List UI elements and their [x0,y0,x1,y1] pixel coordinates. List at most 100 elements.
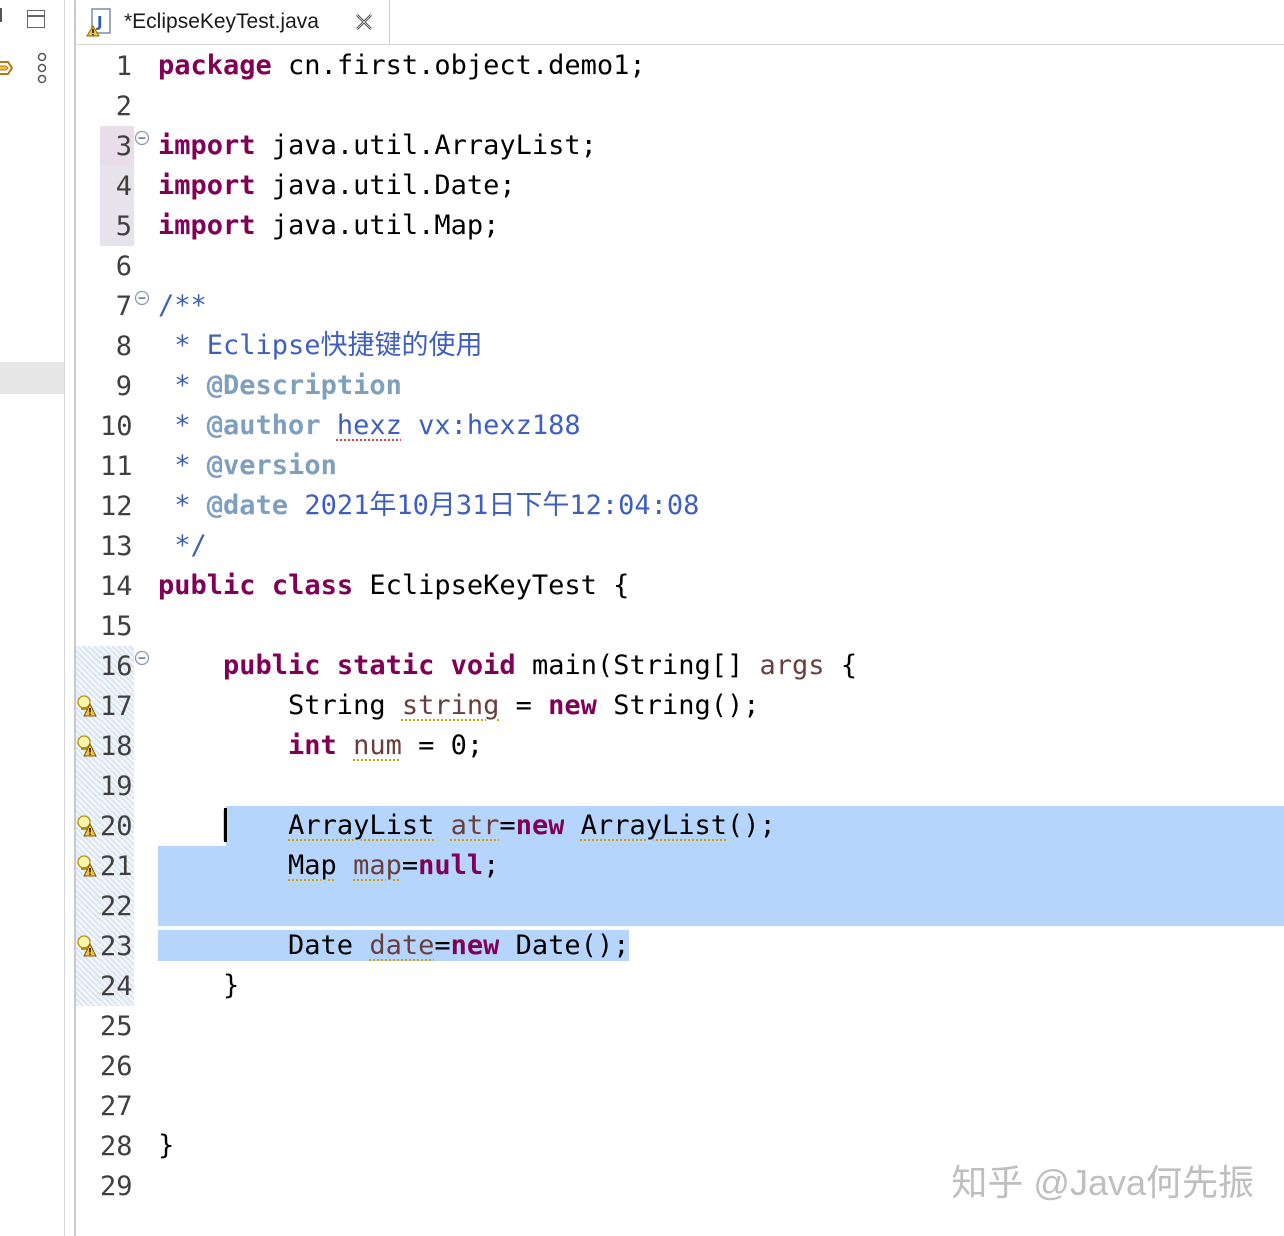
code-line[interactable]: 15 [76,606,1284,646]
maximize-icon[interactable] [27,10,45,28]
code-text: /** [158,290,207,321]
line-number: 1 [115,51,132,82]
code-line[interactable]: 27 [76,1086,1284,1126]
line-number: 3 [115,131,132,162]
line-number: 14 [100,571,133,602]
code-text: public static void main(String[] args { [223,650,858,681]
code-text: * Eclipse快捷键的使用 [158,330,483,361]
quick-diff-marker [76,646,100,686]
warning-lightbulb-icon[interactable] [76,934,98,958]
code-line[interactable]: 14 public class EclipseKeyTest { [76,566,1284,606]
quick-diff-marker [76,886,100,926]
code-line[interactable]: 11 * @version [76,446,1284,486]
code-line[interactable]: 8 * Eclipse快捷键的使用 [76,326,1284,366]
code-line[interactable]: 4 import java.util.Date; [76,166,1284,206]
code-line[interactable]: 7 /** [76,286,1284,326]
warning-lightbulb-icon[interactable] [76,854,98,878]
code-line[interactable]: 12 * @date 2021年10月31日下午12:04:08 [76,486,1284,526]
line-number: 11 [100,451,133,482]
selection-highlight [158,886,1284,926]
code-text: * @author hexz vx:hexz188 [158,410,581,441]
code-text: * @date 2021年10月31日下午12:04:08 [158,490,700,521]
line-number: 26 [100,1051,133,1082]
selected-tree-item[interactable] [0,362,64,394]
code-line[interactable]: 23 Date date=new Date(); [76,926,1284,966]
code-line[interactable]: 10 * @author hexz vx:hexz188 [76,406,1284,446]
line-number: 5 [115,211,132,242]
line-number: 6 [115,251,132,282]
code-editor[interactable]: 1 package cn.first.object.demo1; 2 3 import … [76,44,1284,1236]
line-number: 23 [100,931,133,962]
code-text: import java.util.Map; [158,210,500,241]
code-line[interactable]: 6 [76,246,1284,286]
line-number: 28 [100,1131,133,1162]
code-line[interactable]: 22 [76,886,1284,926]
code-line[interactable]: 20 ArrayList atr=new ArrayList(); [76,806,1284,846]
code-text: * @Description [158,370,402,401]
code-line[interactable]: 3 import java.util.ArrayList; [76,126,1284,166]
code-text: package cn.first.object.demo1; [158,50,646,81]
line-number: 15 [100,611,133,642]
line-number: 24 [100,971,133,1002]
line-number: 20 [100,811,133,842]
code-line[interactable]: 5 import java.util.Map; [76,206,1284,246]
code-text: */ [158,530,207,561]
code-text: * @version [158,450,337,481]
code-text: import java.util.ArrayList; [158,130,597,161]
view-menu-icon[interactable] [36,52,48,86]
code-line[interactable]: 19 [76,766,1284,806]
quick-diff-marker [76,766,100,806]
code-line[interactable]: 1 package cn.first.object.demo1; [76,46,1284,86]
code-text: } [158,970,240,1001]
code-text: String string = new String(); [158,690,760,721]
code-text: public class EclipseKeyTest { [158,570,630,601]
line-number: 12 [100,491,133,522]
collapse-icon[interactable] [134,130,150,146]
collapse-icon[interactable] [134,290,150,306]
code-line[interactable]: 26 [76,1046,1284,1086]
code-text: Date date=new Date(); [158,930,630,961]
line-number: 21 [100,851,133,882]
warning-lightbulb-icon[interactable] [76,734,98,758]
line-number: 4 [115,171,132,202]
close-icon[interactable] [353,11,375,33]
code-line[interactable]: 21 Map map=null; [76,846,1284,886]
tab-eclipsekeytest[interactable]: J *EclipseKeyTest.java [76,0,390,44]
code-text: Map map=null; [158,849,500,883]
line-number: 16 [100,651,133,682]
line-number: 8 [115,331,132,362]
line-number: 17 [100,691,133,722]
watermark: 知乎 @Java何先振 [951,1162,1254,1203]
line-number: 9 [115,371,132,402]
package-explorer-panel [0,0,65,1236]
text-caret [224,808,227,842]
java-file-warning-icon: J [86,8,111,37]
line-number: 22 [100,891,133,922]
line-number: 25 [100,1011,133,1042]
code-text: } [158,1130,175,1161]
line-number: 7 [115,291,132,322]
code-line[interactable]: 18 int num = 0; [76,726,1284,766]
code-text: import java.util.Date; [158,170,516,201]
code-line[interactable]: 13 */ [76,526,1284,566]
line-number: 18 [100,731,133,762]
code-line[interactable]: 24 } [76,966,1284,1006]
code-text [158,889,175,923]
link-with-editor-icon[interactable] [0,54,16,84]
collapse-icon[interactable] [134,650,150,666]
tab-label: *EclipseKeyTest.java [124,10,319,33]
code-line[interactable]: 2 [76,86,1284,126]
svg-text:J: J [96,13,103,31]
code-line[interactable]: 9 * @Description [76,366,1284,406]
code-line[interactable]: 16 public static void main(String[] args… [76,646,1284,686]
code-line[interactable]: 25 [76,1006,1284,1046]
editor-tab-bar: J *EclipseKeyTest.java [76,0,1284,45]
code-line[interactable]: 17 String string = new String(); [76,686,1284,726]
panel-edge-mark [0,8,2,22]
line-number: 29 [100,1171,133,1202]
line-number: 19 [100,771,133,802]
line-number: 27 [100,1091,133,1122]
warning-lightbulb-icon[interactable] [76,694,98,718]
warning-lightbulb-icon[interactable] [76,814,98,838]
line-number: 10 [100,411,133,442]
